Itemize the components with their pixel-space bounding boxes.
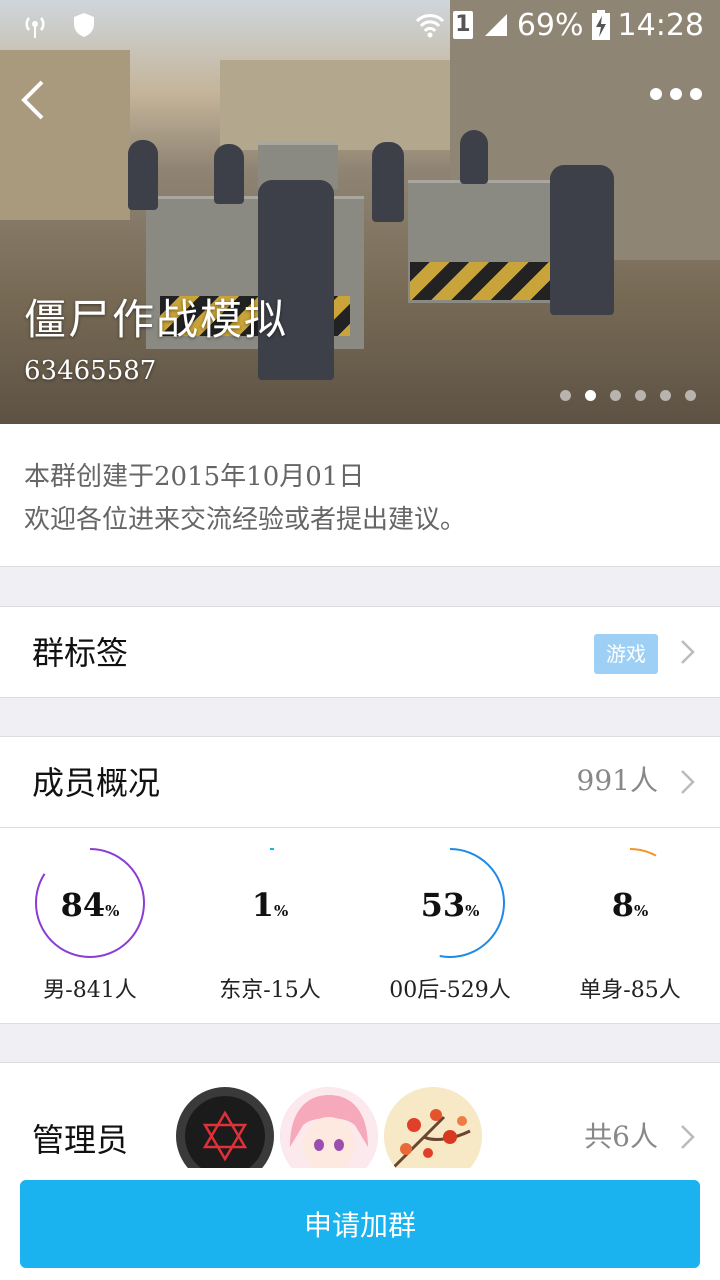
stat-caption: 00后-529人 [389, 978, 511, 1003]
soldier-figure [460, 130, 488, 184]
clock: 14:28 [617, 7, 704, 43]
barrier-stripes [410, 262, 558, 300]
more-options-button[interactable] [650, 88, 702, 100]
back-arrow-icon[interactable] [14, 78, 54, 122]
battery-percent: 69% [516, 7, 584, 43]
carousel-dot[interactable] [610, 390, 621, 401]
chevron-right-icon [681, 770, 695, 794]
carousel-dot[interactable] [660, 390, 671, 401]
member-count: 991人 [576, 764, 658, 797]
group-intro: 本群创建于2015年10月01日 欢迎各位进来交流经验或者提出建议。 [0, 424, 720, 567]
building [220, 60, 450, 150]
stat-single[interactable]: 8% 单身-85人 [540, 846, 720, 1004]
carousel-dot[interactable] [635, 390, 646, 401]
chevron-right-icon [681, 640, 695, 664]
group-id: 63465587 [24, 356, 157, 386]
carousel-indicator [560, 390, 696, 401]
stat-percent: 8% [611, 886, 649, 924]
stat-caption: 单身-85人 [579, 978, 681, 1003]
carousel-dot[interactable] [585, 390, 596, 401]
sim-indicator: 1 [452, 11, 473, 39]
join-group-button[interactable]: 申请加群 [20, 1180, 700, 1268]
signal-icon [484, 14, 507, 36]
more-dot [670, 88, 682, 100]
soldier-figure [128, 140, 158, 210]
more-dot [690, 88, 702, 100]
group-cover-image[interactable]: 1 69% 14:28 僵尸作战模拟 63465587 [0, 0, 720, 424]
wifi-icon [415, 14, 444, 38]
stat-percent: 53% [420, 886, 480, 924]
more-dot [650, 88, 662, 100]
group-tags-row[interactable]: 群标签 游戏 [0, 606, 720, 698]
soldier-figure [372, 142, 404, 222]
member-stats: 84% 男-841人 1% 东京-15人 53% 00后-529人 8% 单身-… [0, 828, 720, 1024]
tag-badge: 游戏 [594, 634, 658, 674]
stat-age[interactable]: 53% 00后-529人 [360, 846, 540, 1004]
intro-line: 本群创建于2015年10月01日 [24, 462, 365, 492]
admins-label: 管理员 [32, 1121, 129, 1159]
status-bar: 1 69% 14:28 [0, 0, 720, 50]
members-overview-row[interactable]: 成员概况 991人 [0, 736, 720, 828]
soldier-figure [550, 165, 614, 315]
stat-percent: 1% [251, 886, 289, 924]
stat-percent: 84% [60, 886, 120, 924]
admin-count: 共6人 [584, 1120, 658, 1153]
chevron-right-icon [681, 1125, 695, 1149]
shield-icon [74, 13, 94, 37]
group-name: 僵尸作战模拟 [24, 295, 289, 344]
intro-line: 欢迎各位进来交流经验或者提出建议。 [24, 505, 467, 535]
group-tags-label: 群标签 [32, 634, 129, 672]
members-overview-label: 成员概况 [32, 764, 161, 802]
battery-charging-icon [591, 10, 610, 40]
building [0, 50, 130, 220]
bottom-bar: 申请加群 [0, 1168, 720, 1280]
carousel-dot[interactable] [560, 390, 571, 401]
carousel-dot[interactable] [685, 390, 696, 401]
stat-caption: 东京-15人 [219, 978, 321, 1003]
soldier-figure [214, 144, 244, 204]
hotspot-icon [25, 17, 45, 38]
soldier-figure [258, 180, 334, 380]
stat-gender[interactable]: 84% 男-841人 [0, 846, 180, 1004]
stat-region[interactable]: 1% 东京-15人 [180, 846, 360, 1004]
stat-caption: 男-841人 [43, 978, 137, 1003]
